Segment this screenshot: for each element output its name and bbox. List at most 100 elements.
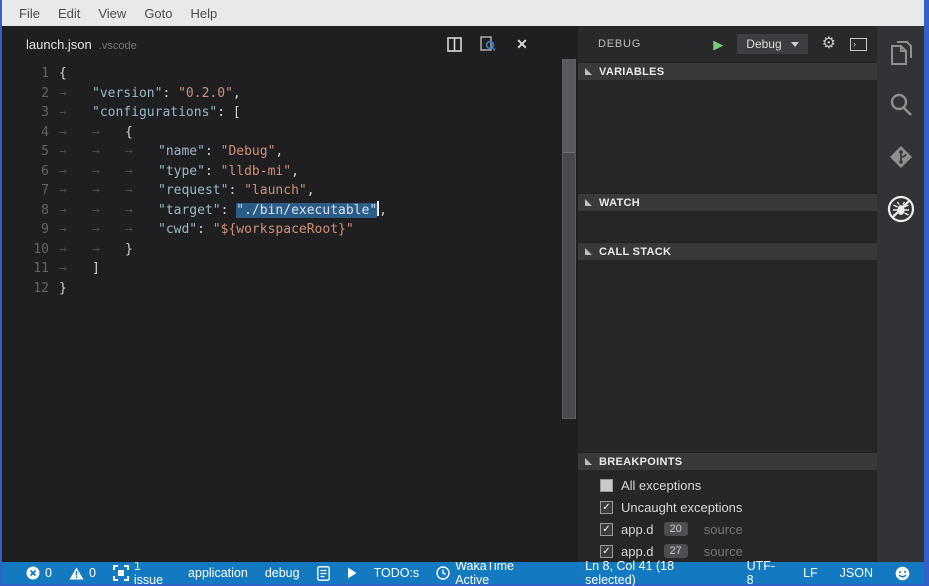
breakpoint-label: app.d [621,522,654,537]
breakpoint-checkbox[interactable]: ✓ [600,501,613,514]
code-token: : [162,86,178,101]
statusbar-item-application[interactable]: application [188,566,248,580]
section-header-watch[interactable]: WATCH [578,193,877,211]
editor-scrollbar[interactable] [562,59,576,419]
line-number[interactable]: 12 [2,279,49,299]
statusbar-item-wakatime-active[interactable]: WakaTime Active [436,559,546,586]
statusbar-item-json[interactable]: JSON [840,566,873,580]
line-number[interactable]: 6 [2,162,49,182]
breakpoint-checkbox[interactable]: ✓ [600,523,613,536]
line-number[interactable]: 3 [2,103,49,123]
breakpoint-checkbox[interactable]: ✓ [600,545,613,558]
line-number[interactable]: 11 [2,259,49,279]
search-icon[interactable] [887,91,915,119]
scrollbar-thumb[interactable] [563,60,575,153]
breakpoint-row[interactable]: ✓app.d20source [578,518,877,540]
line-number[interactable]: 8 [2,201,49,221]
line-number[interactable]: 2 [2,84,49,104]
statusbar-label: LF [803,566,818,580]
code-token: : [205,144,221,159]
breakpoint-label: app.d [621,544,654,559]
statusbar-item-ln-8-col-41-18-selected[interactable]: Ln 8, Col 41 (18 selected) [585,559,724,586]
statusbar-item-play-small[interactable] [347,567,357,579]
section-title: CALL STACK [599,246,671,258]
open-preview-icon[interactable] [480,36,496,52]
breakpoint-checkbox[interactable] [600,479,613,492]
files-icon[interactable] [887,39,915,67]
issues-frame-icon [113,565,129,581]
code-token: "name" [158,144,205,159]
line-number-badge: 20 [664,522,688,536]
editor-title-bar: launch.json.vscode ✕ [2,26,578,62]
breakpoint-row[interactable]: ✓Uncaught exceptions [578,496,877,518]
code-line[interactable]: 2→"version": "0.2.0", [2,84,578,104]
code-line[interactable]: 9 →→→"cwd": "${workspaceRoot}" [2,220,578,240]
breakpoint-row[interactable]: All exceptions [578,474,877,496]
debug-icon[interactable] [887,195,915,223]
statusbar-item-0[interactable]: 0 [26,566,52,580]
line-number[interactable]: 5 [2,142,49,162]
line-number[interactable]: 9 [2,220,49,240]
code-line[interactable]: 3→"configurations": [ [2,103,578,123]
menu-item-edit[interactable]: Edit [49,6,89,21]
code-line[interactable]: 6 →→→"type": "lldb-mi", [2,162,578,182]
code-token: : [ [217,105,240,120]
debug-console-icon[interactable]: › [850,38,867,51]
code-line[interactable]: 7→→→"request": "launch", [2,181,578,201]
statusbar-label: 0 [89,566,96,580]
source-control-icon[interactable] [887,143,915,171]
code-token: , [379,203,387,218]
code-area[interactable]: 1{2→"version": "0.2.0",3→"configurations… [2,62,578,562]
debug-panel-header: DEBUG ▶ Debug ⚙ › [578,26,877,62]
start-debug-icon[interactable]: ▶ [713,38,723,51]
code-line[interactable]: 5→→→"name": "Debug", [2,142,578,162]
statusbar-item-utf-8[interactable]: UTF-8 [747,559,782,586]
line-content: →→→"cwd": "${workspaceRoot}" [59,220,354,240]
statusbar-item-1-issue[interactable]: 1 issue [113,559,171,586]
section-header-breakpoints[interactable]: BREAKPOINTS [578,452,877,470]
watch-body [578,211,877,242]
line-content: →→→"type": "lldb-mi", [59,162,299,182]
menu-item-goto[interactable]: Goto [135,6,181,21]
code-token: "launch" [244,183,307,198]
code-line[interactable]: 4→→{ [2,123,578,143]
tab-whitespace-icon: → [125,201,158,221]
code-line[interactable]: 1{ [2,64,578,84]
selected-text: "./bin/executable" [236,203,377,218]
line-content: →→→"name": "Debug", [59,142,283,162]
statusbar-item-lf[interactable]: LF [803,566,818,580]
tab-whitespace-icon: → [59,123,92,143]
editor-tab[interactable]: launch.json.vscode [26,37,137,52]
statusbar-item-debug[interactable]: debug [265,566,300,580]
tab-whitespace-icon: → [92,142,125,162]
debug-panel: DEBUG ▶ Debug ⚙ › VARIABLES WATCH [578,26,877,562]
code-token: : [221,203,237,218]
section-header-callstack[interactable]: CALL STACK [578,242,877,260]
tab-whitespace-icon: → [125,162,158,182]
statusbar-item-0[interactable]: 0 [69,566,96,580]
callstack-body [578,260,877,452]
code-line[interactable]: 11→] [2,259,578,279]
statusbar-item-todo-s[interactable]: TODO:s [374,566,420,580]
statusbar-item-smiley[interactable] [895,566,910,581]
line-content: } [59,279,67,299]
menu-item-help[interactable]: Help [182,6,227,21]
twistie-icon [585,458,592,465]
code-line[interactable]: 10→→} [2,240,578,260]
code-line[interactable]: 12} [2,279,578,299]
launch-config-dropdown[interactable]: Debug [737,34,807,54]
line-number[interactable]: 10 [2,240,49,260]
section-header-variables[interactable]: VARIABLES [578,62,877,80]
menu-item-view[interactable]: View [89,6,135,21]
split-editor-icon[interactable] [446,36,462,52]
close-icon[interactable]: ✕ [514,36,530,52]
menu-item-file[interactable]: File [10,6,49,21]
gear-icon[interactable]: ⚙ [822,36,836,52]
line-number[interactable]: 7 [2,181,49,201]
code-line[interactable]: 8→→→"target": "./bin/executable", [2,201,578,221]
code-token: ] [92,261,100,276]
statusbar-item-changelog-doc[interactable] [317,566,330,581]
line-number[interactable]: 4 [2,123,49,143]
line-number[interactable]: 1 [2,64,49,84]
line-content: { [59,64,67,84]
